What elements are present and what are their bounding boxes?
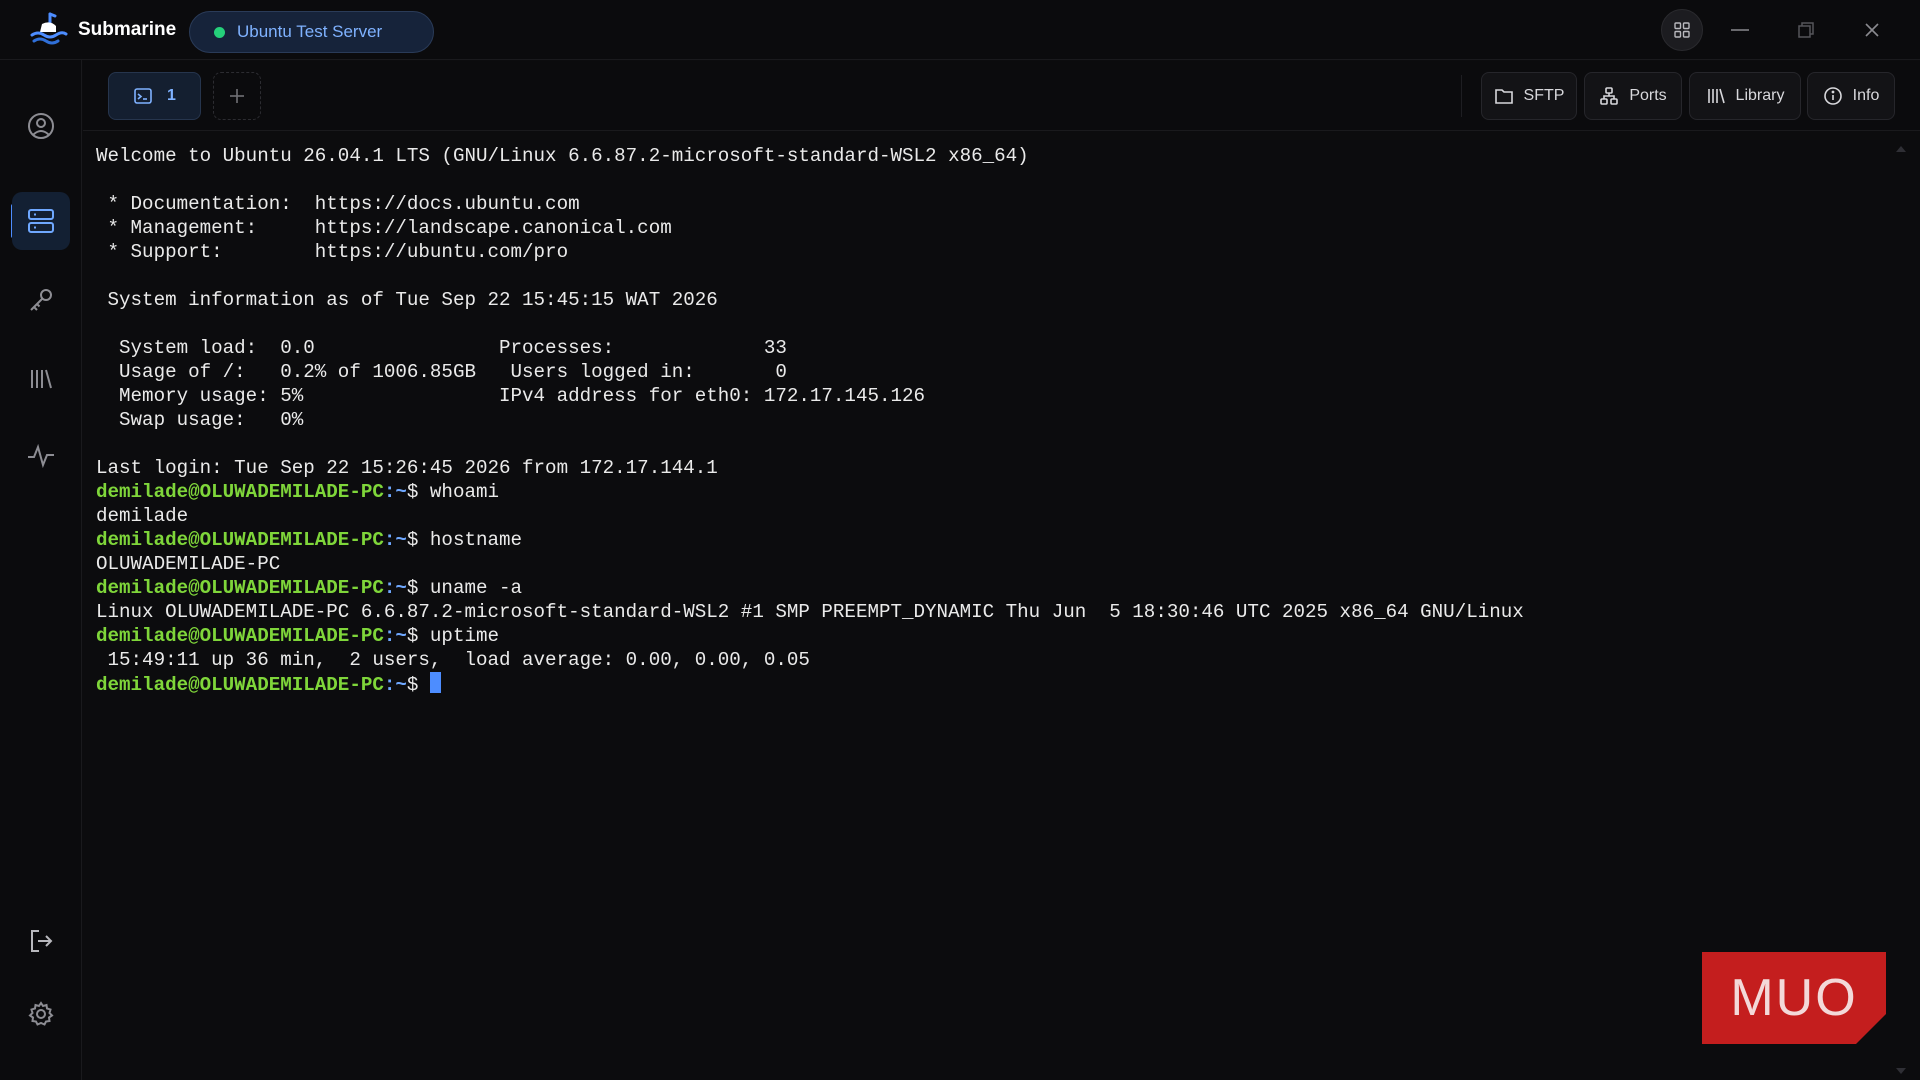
command-line: demilade@OLUWADEMILADE-PC:~$ uptime: [96, 624, 1920, 648]
watermark-corner: [1856, 1014, 1886, 1044]
scroll-down-arrow-icon[interactable]: [1896, 1068, 1906, 1074]
info-button[interactable]: Info: [1807, 72, 1895, 120]
gear-icon: [28, 1001, 54, 1026]
terminal-line: Last login: Tue Sep 22 15:26:45 2026 fro…: [96, 457, 718, 479]
terminal-line: Usage of /: 0.2% of 1006.85GB Users logg…: [96, 361, 787, 383]
command-line: demilade@OLUWADEMILADE-PC:~$ whoami: [96, 480, 1920, 504]
sidebar-item-logout[interactable]: [12, 912, 70, 970]
library-button[interactable]: Library: [1689, 72, 1801, 120]
terminal-line: Swap usage: 0%: [96, 409, 304, 431]
server-name: Ubuntu Test Server: [237, 22, 383, 41]
library-icon: [31, 369, 52, 389]
terminal-line: Welcome to Ubuntu 26.04.1 LTS (GNU/Linux…: [96, 145, 1029, 167]
app-brand: Submarine: [28, 10, 176, 50]
library-label: Library: [1735, 87, 1785, 104]
ports-label: Ports: [1629, 87, 1667, 104]
prompt-path: :~: [383, 529, 407, 551]
command-output: demilade: [96, 505, 189, 527]
sidebar-item-settings[interactable]: [12, 985, 70, 1043]
prompt-symbol: $: [406, 481, 430, 503]
terminal-line: * Support: https://ubuntu.com/pro: [96, 241, 569, 263]
command-text: uname -a: [429, 577, 523, 599]
terminal-output[interactable]: Welcome to Ubuntu 26.04.1 LTS (GNU/Linux…: [83, 132, 1920, 1080]
watermark-logo: MUO: [1702, 952, 1886, 1044]
activity-icon: [28, 443, 54, 469]
apps-grid-button[interactable]: [1661, 9, 1703, 51]
command-text: uptime: [429, 625, 500, 647]
prompt-path: :~: [383, 625, 407, 647]
command-text: hostname: [429, 529, 523, 551]
toolbar-divider: [1461, 75, 1462, 117]
prompt-user: demilade@OLUWADEMILADE-PC: [96, 481, 384, 503]
prompt-symbol: $: [406, 529, 430, 551]
terminal-line: System information as of Tue Sep 22 15:4…: [96, 289, 718, 311]
prompt-user: demilade@OLUWADEMILADE-PC: [96, 674, 384, 696]
prompt-path: :~: [383, 674, 407, 696]
prompt-user: demilade@OLUWADEMILADE-PC: [96, 625, 384, 647]
app-name: Submarine: [78, 19, 177, 40]
connection-status-dot: [214, 26, 225, 38]
sftp-label: SFTP: [1523, 87, 1565, 104]
minimize-icon: [1731, 29, 1749, 31]
sftp-button[interactable]: SFTP: [1481, 72, 1577, 120]
tab-strip: 1 SFTP Ports Library Info: [83, 61, 1920, 131]
terminal-line: Memory usage: 5% IPv4 address for eth0: …: [96, 385, 926, 407]
folder-icon: [1494, 89, 1513, 104]
sidebar-item-activity[interactable]: [12, 427, 70, 485]
server-selector[interactable]: Ubuntu Test Server: [189, 11, 434, 53]
scroll-up-arrow-icon[interactable]: [1896, 146, 1906, 152]
command-line: demilade@OLUWADEMILADE-PC:~$ uname -a: [96, 576, 1920, 600]
close-button[interactable]: [1852, 10, 1892, 50]
terminal-icon: [134, 88, 152, 104]
info-label: Info: [1852, 87, 1880, 104]
ports-button[interactable]: Ports: [1584, 72, 1682, 120]
sidebar-item-hosts[interactable]: [12, 192, 70, 250]
close-icon: [1865, 23, 1879, 37]
command-output: OLUWADEMILADE-PC: [96, 553, 281, 575]
sidebar: [0, 60, 82, 1080]
prompt-symbol: $: [406, 674, 430, 696]
command-output: Linux OLUWADEMILADE-PC 6.6.87.2-microsof…: [96, 601, 1524, 623]
prompt-user: demilade@OLUWADEMILADE-PC: [96, 529, 384, 551]
plus-icon: [230, 89, 244, 103]
server-icon: [28, 209, 54, 233]
tab-terminal-1[interactable]: 1: [108, 72, 201, 120]
tab-label: 1: [167, 87, 176, 104]
sidebar-item-library[interactable]: [12, 350, 70, 408]
active-prompt-line[interactable]: demilade@OLUWADEMILADE-PC:~$: [96, 672, 1920, 696]
prompt-symbol: $: [406, 625, 430, 647]
library-icon: [1707, 88, 1725, 104]
apps-grid-icon: [1674, 22, 1690, 38]
terminal-cursor: [429, 672, 441, 693]
title-bar: Submarine Ubuntu Test Server: [0, 0, 1920, 60]
user-circle-icon: [28, 113, 54, 139]
prompt-path: :~: [383, 481, 407, 503]
prompt-path: :~: [383, 577, 407, 599]
info-icon: [1823, 87, 1842, 105]
key-icon: [30, 289, 52, 311]
minimize-button[interactable]: [1720, 10, 1760, 50]
logout-icon: [31, 930, 53, 952]
new-tab-button[interactable]: [213, 72, 261, 120]
terminal-line: * Documentation: https://docs.ubuntu.com: [96, 193, 580, 215]
maximize-button[interactable]: [1786, 10, 1826, 50]
network-icon: [1600, 87, 1619, 105]
command-output: 15:49:11 up 36 min, 2 users, load averag…: [96, 649, 810, 671]
submarine-logo-icon: [30, 12, 68, 45]
prompt-symbol: $: [406, 577, 430, 599]
command-line: demilade@OLUWADEMILADE-PC:~$ hostname: [96, 528, 1920, 552]
terminal-line: System load: 0.0 Processes: 33: [96, 337, 787, 359]
terminal-line: * Management: https://landscape.canonica…: [96, 217, 672, 239]
command-text: whoami: [429, 481, 500, 503]
prompt-user: demilade@OLUWADEMILADE-PC: [96, 577, 384, 599]
watermark-text: MUO: [1730, 969, 1858, 1027]
sidebar-item-profile[interactable]: [12, 97, 70, 155]
sidebar-item-keys[interactable]: [12, 271, 70, 329]
maximize-icon: [1798, 22, 1814, 38]
